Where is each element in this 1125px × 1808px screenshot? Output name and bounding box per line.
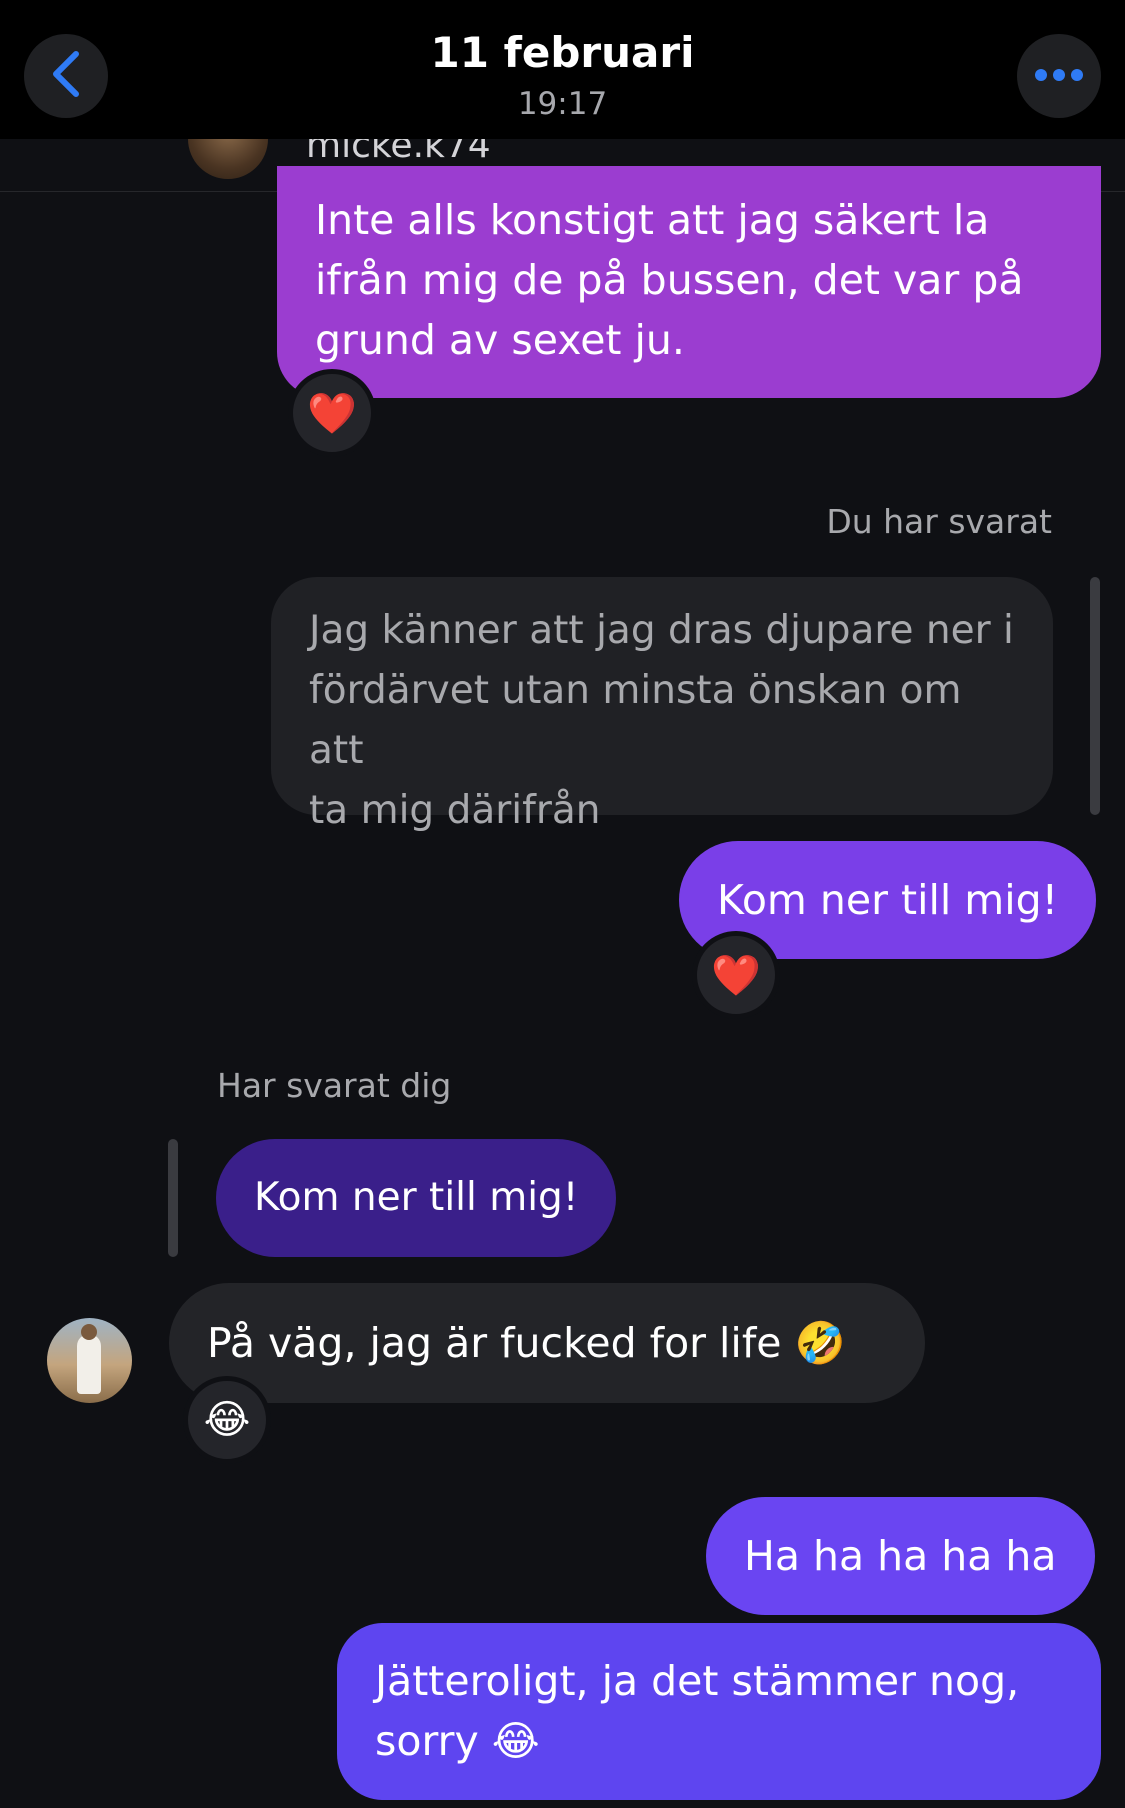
more-options-button[interactable]	[1017, 34, 1101, 118]
received-message-bubble[interactable]: På väg, jag är fucked for life 🤣	[169, 1283, 925, 1403]
quoted-message[interactable]: Jag känner att jag dras djupare ner i fö…	[271, 577, 1053, 833]
profile-username[interactable]: micke.k74	[306, 139, 491, 166]
quote-indicator-bar	[168, 1139, 178, 1257]
heart-reaction-icon[interactable]: ❤️	[692, 931, 780, 1019]
more-dots-icon	[1034, 67, 1084, 86]
sent-message-bubble[interactable]: Jätteroligt, ja det stämmer nog, sorry 😂	[337, 1623, 1101, 1800]
heart-reaction-icon[interactable]: ❤️	[288, 369, 376, 457]
chat-header: 11 februari 19:17	[0, 0, 1125, 139]
sent-message-bubble[interactable]: Ha ha ha ha ha	[706, 1497, 1095, 1615]
contact-avatar[interactable]	[47, 1318, 132, 1403]
conversation-date: 11 februari	[430, 28, 695, 77]
conversation-time: 19:17	[517, 86, 608, 122]
profile-avatar[interactable]	[188, 139, 268, 179]
reply-context-label: Du har svarat	[826, 502, 1052, 541]
reply-context-label: Har svarat dig	[217, 1066, 452, 1105]
laughing-reaction-icon[interactable]: 😂	[183, 1376, 271, 1464]
chat-screen: 11 februari 19:17 micke.k74 Inte alls ko…	[0, 0, 1125, 1808]
quote-indicator-bar	[1090, 577, 1100, 815]
sent-message-bubble[interactable]: Inte alls konstigt att jag säkert la ifr…	[277, 166, 1101, 398]
quoted-message[interactable]: Kom ner till mig!	[216, 1139, 617, 1257]
